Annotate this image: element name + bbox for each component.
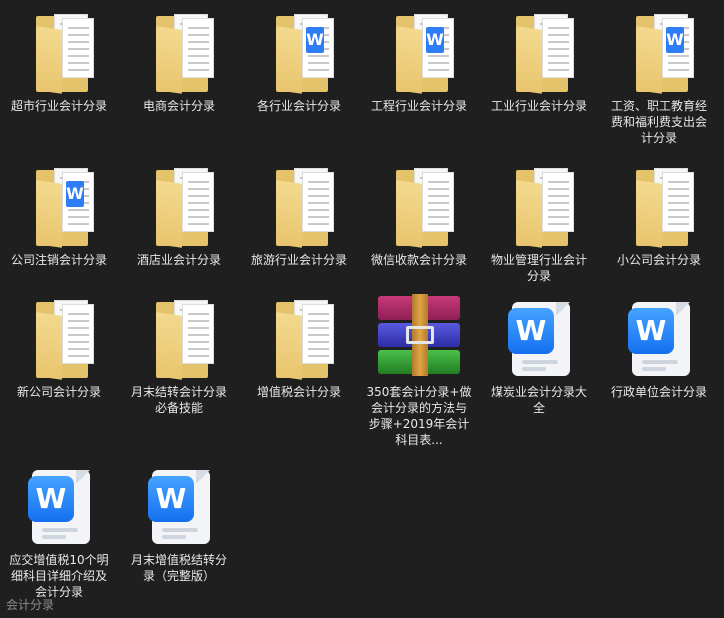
file-name-label: 应交增值税10个明细科目详细介绍及会计分录: [9, 553, 109, 599]
file-name-label: 小公司会计分录: [616, 253, 701, 267]
folder-icon: [256, 164, 342, 250]
file-item[interactable]: W 各行业会计分录: [244, 10, 354, 114]
file-name-label: 超市行业会计分录: [10, 99, 107, 113]
rar-archive-icon: [376, 294, 462, 382]
file-name-label: 微信收款会计分录: [370, 253, 467, 267]
folder-icon: [16, 296, 102, 382]
file-name-label: 350套会计分录+做会计分录的方法与步骤+2019年会计科目表...: [366, 385, 472, 447]
folder-icon: [256, 296, 342, 382]
folder-icon: [496, 164, 582, 250]
file-name-label: 月末增值税结转分录（完整版）: [130, 553, 227, 583]
word-badge-icon: W: [426, 27, 444, 53]
file-name-label: 物业管理行业会计分录: [490, 253, 587, 283]
file-name-label: 电商会计分录: [142, 99, 215, 113]
file-item[interactable]: 月末结转会计分录必备技能: [124, 296, 234, 416]
file-name-label: 工业行业会计分录: [490, 99, 587, 113]
file-item[interactable]: 旅游行业会计分录: [244, 164, 354, 268]
file-name-label: 增值税会计分录: [256, 385, 341, 399]
folder-icon: [136, 296, 222, 382]
folder-icon: [376, 164, 462, 250]
file-item[interactable]: W 行政单位会计分录: [604, 296, 714, 400]
file-name-label: 工程行业会计分录: [370, 99, 467, 113]
file-item[interactable]: 电商会计分录: [124, 10, 234, 114]
file-item[interactable]: W 公司注销会计分录: [4, 164, 114, 268]
file-item[interactable]: W 工资、职工教育经费和福利费支出会计分录: [604, 10, 714, 146]
word-badge-icon: W: [306, 27, 324, 53]
file-item[interactable]: W 应交增值税10个明细科目详细介绍及会计分录: [4, 464, 114, 600]
word-badge-icon: W: [666, 27, 684, 53]
folder-icon: W: [256, 10, 342, 96]
folder-icon: W: [376, 10, 462, 96]
file-name-label: 行政单位会计分录: [610, 385, 707, 399]
file-name-label: 月末结转会计分录必备技能: [130, 385, 227, 415]
file-name-label: 酒店业会计分录: [136, 253, 221, 267]
file-name-label: 公司注销会计分录: [10, 253, 107, 267]
folder-icon: [16, 10, 102, 96]
folder-icon: [496, 10, 582, 96]
file-item[interactable]: W 月末增值税结转分录（完整版）: [124, 464, 234, 584]
folder-icon: [136, 164, 222, 250]
file-item[interactable]: 新公司会计分录: [4, 296, 114, 400]
file-item[interactable]: W 工程行业会计分录: [364, 10, 474, 114]
word-document-icon: W: [136, 464, 222, 550]
file-name-label: 工资、职工教育经费和福利费支出会计分录: [610, 99, 707, 145]
word-badge-icon: W: [66, 181, 84, 207]
file-item[interactable]: 小公司会计分录: [604, 164, 714, 268]
file-name-label: 旅游行业会计分录: [250, 253, 347, 267]
word-document-icon: W: [16, 464, 102, 550]
file-item[interactable]: 超市行业会计分录: [4, 10, 114, 114]
file-item[interactable]: 微信收款会计分录: [364, 164, 474, 268]
folder-icon: [136, 10, 222, 96]
file-name-label: 煤炭业会计分录大全: [490, 385, 587, 415]
file-item[interactable]: W 煤炭业会计分录大全: [484, 296, 594, 416]
watermark: 会计分录: [6, 598, 55, 612]
word-document-icon: W: [496, 296, 582, 382]
file-item[interactable]: 工业行业会计分录: [484, 10, 594, 114]
folder-icon: W: [616, 10, 702, 96]
folder-icon: [616, 164, 702, 250]
file-item[interactable]: 增值税会计分录: [244, 296, 354, 400]
file-name-label: 新公司会计分录: [16, 385, 101, 399]
folder-icon: W: [16, 164, 102, 250]
file-item[interactable]: 酒店业会计分录: [124, 164, 234, 268]
word-document-icon: W: [616, 296, 702, 382]
file-item[interactable]: 350套会计分录+做会计分录的方法与步骤+2019年会计科目表...: [364, 294, 474, 448]
file-item[interactable]: 物业管理行业会计分录: [484, 164, 594, 284]
file-name-label: 各行业会计分录: [256, 99, 341, 113]
file-grid: 超市行业会计分录 电商会计分录 W 各行业会计分录 W 工程行业会计分录 工业行业会计分录 W…: [0, 0, 724, 618]
